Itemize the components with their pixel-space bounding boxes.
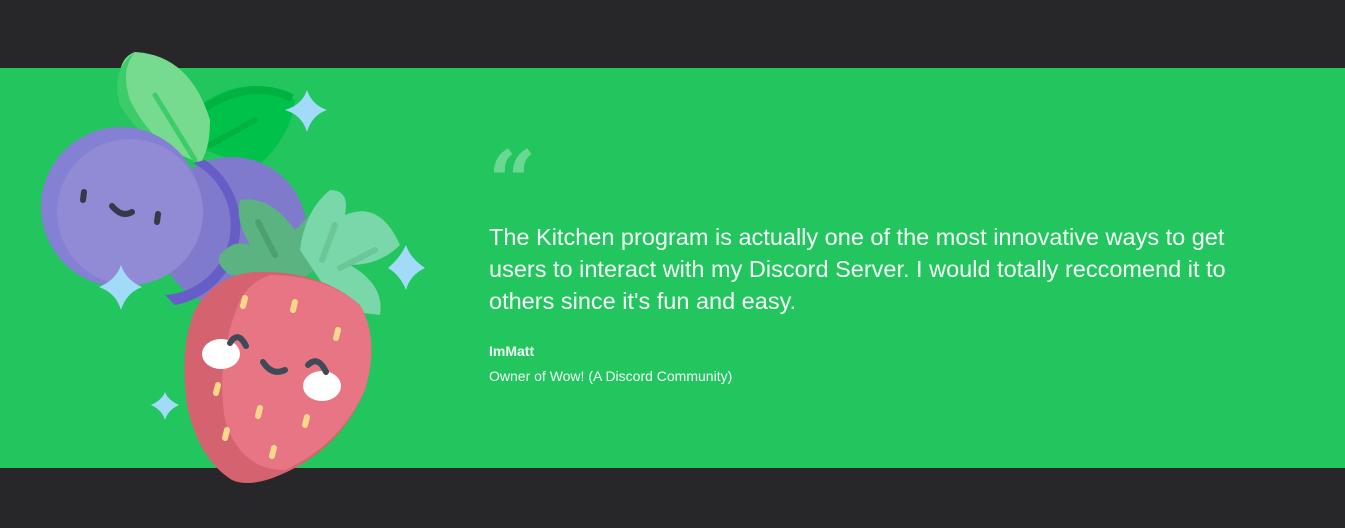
leaf-icon (200, 86, 295, 168)
author-name: ImMatt (489, 343, 535, 359)
fruit-illustration (41, 52, 425, 484)
author-role: Owner of Wow! (A Discord Community) (489, 368, 733, 384)
strawberry-icon (184, 271, 372, 484)
quote-icon: “ (488, 132, 537, 231)
testimonial-quote: The Kitchen program is actually one of t… (489, 224, 1226, 314)
